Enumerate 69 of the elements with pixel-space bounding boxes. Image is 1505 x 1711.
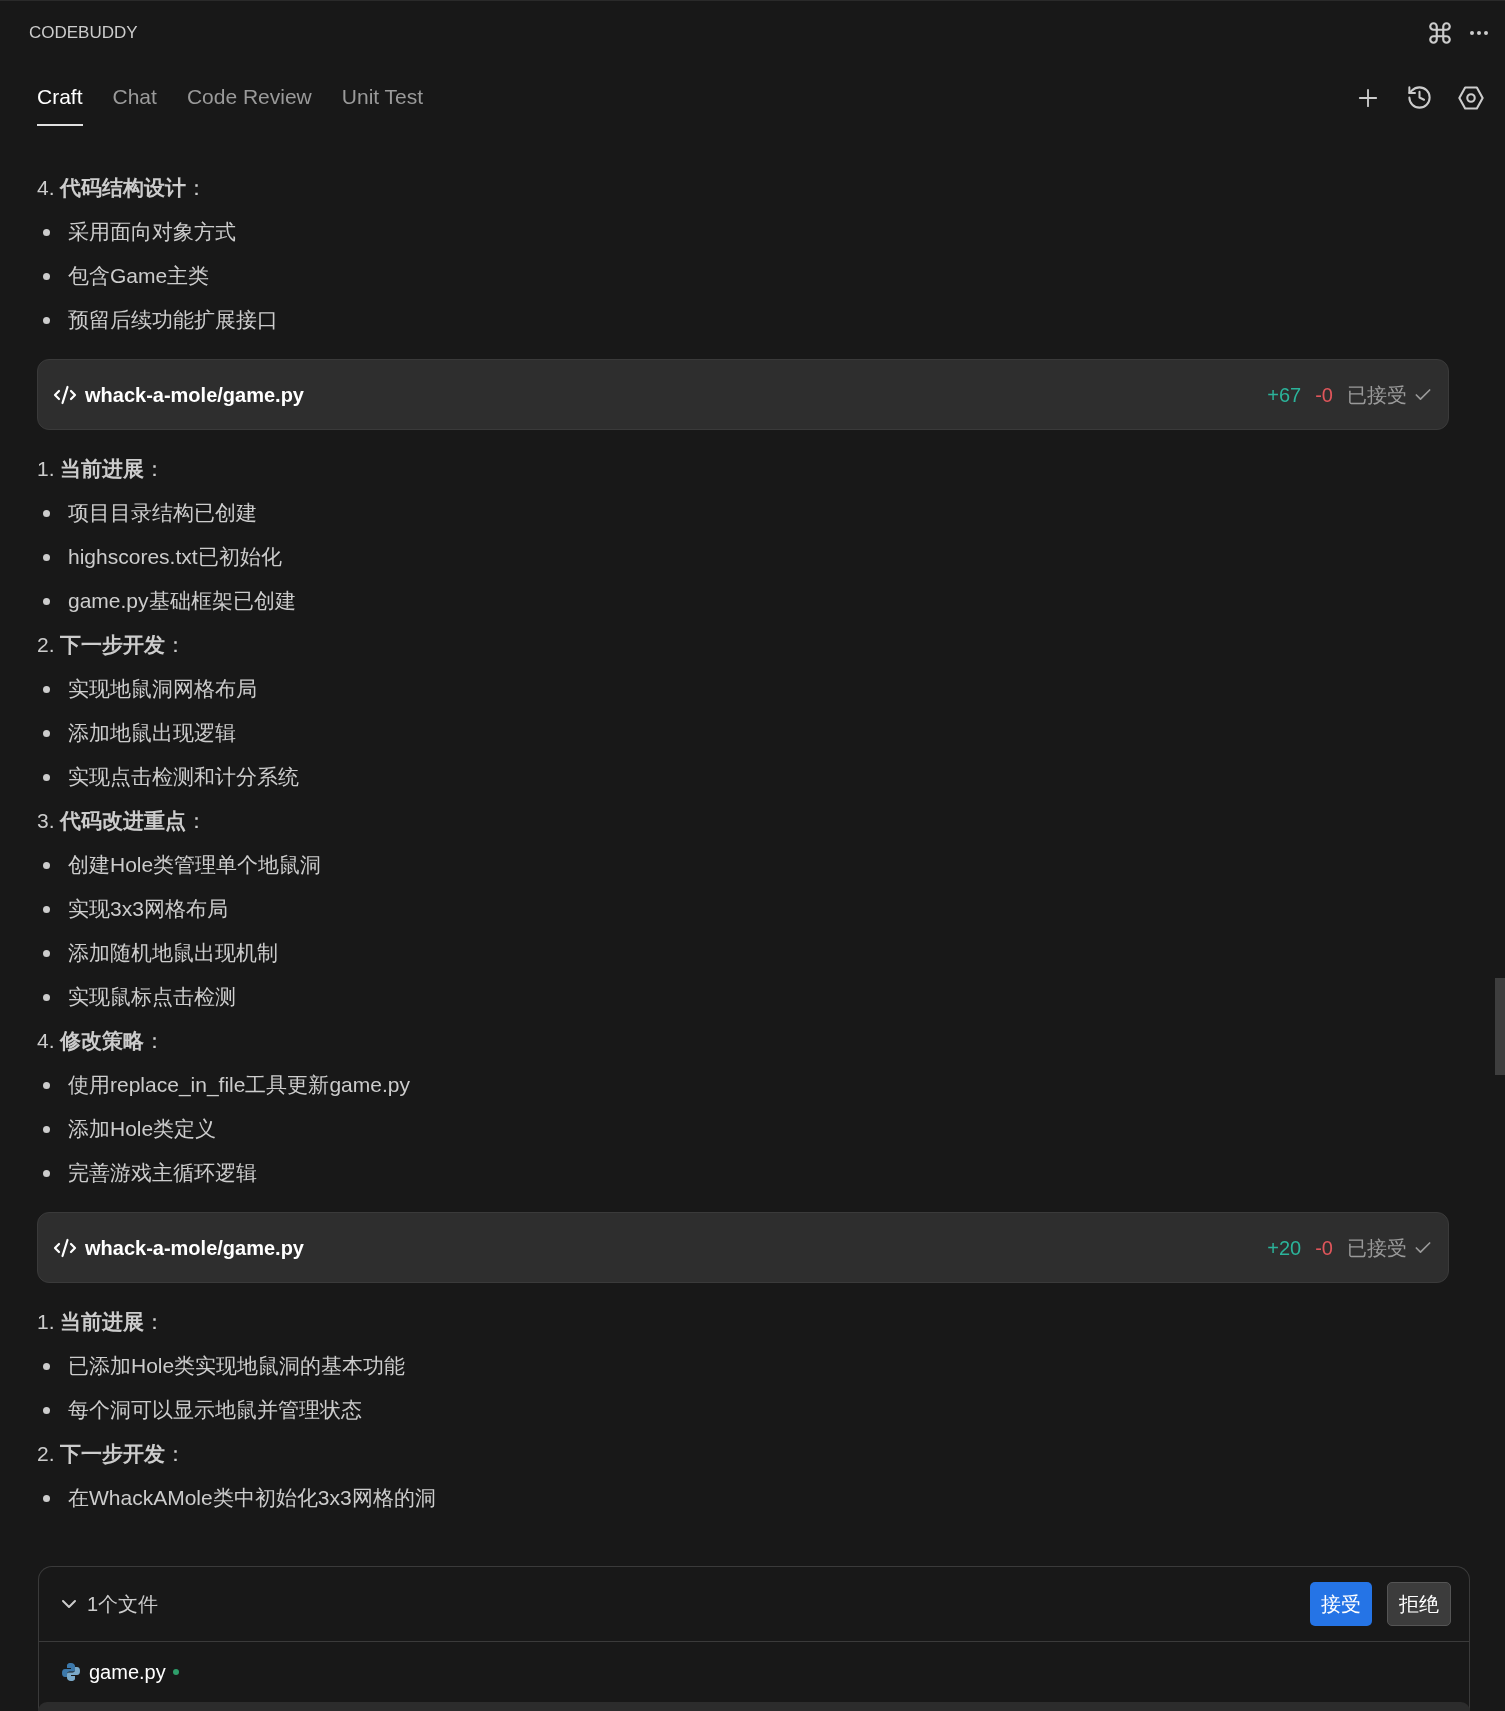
status-label: 已接受 — [1347, 1235, 1407, 1261]
bullet-icon — [43, 949, 50, 957]
list-item-text: 项目目录结构已创建 — [68, 500, 257, 527]
panel-title: CODEBUDDY — [29, 22, 138, 45]
section-heading: 2. 下一步开发： — [37, 1441, 187, 1468]
bullet-icon — [43, 1362, 50, 1370]
tab[interactable]: Code Review — [186, 69, 312, 126]
added-lines: +20 — [1267, 1235, 1302, 1261]
bullet-icon — [43, 272, 50, 280]
bullet-icon — [43, 597, 50, 605]
list-item-text: 每个洞可以显示地鼠并管理状态 — [68, 1397, 362, 1424]
list-item-text: 实现鼠标点击检测 — [68, 984, 236, 1011]
file-change-card[interactable]: whack-a-mole/game.py +20 -0 已接受 — [37, 1212, 1449, 1283]
bullet-icon — [43, 773, 50, 781]
bullet-icon — [43, 1494, 50, 1502]
section-heading: 2. 下一步开发： — [37, 632, 187, 659]
bullet-icon — [43, 729, 50, 737]
list-item-text: 预留后续功能扩展接口 — [68, 307, 278, 334]
bullet-icon — [43, 1125, 50, 1133]
bullet-icon — [43, 861, 50, 869]
list-item-text: 创建Hole类管理单个地鼠洞 — [68, 852, 322, 879]
list-item-text: 添加地鼠出现逻辑 — [68, 720, 236, 747]
list-item-text: 实现3x3网格布局 — [68, 896, 228, 923]
list-item-text: 实现地鼠洞网格布局 — [68, 676, 257, 703]
list-item-text: 添加随机地鼠出现机制 — [68, 940, 278, 967]
python-icon — [61, 1662, 81, 1682]
bullet-icon — [43, 509, 50, 517]
section-heading: 1. 当前进展： — [37, 1309, 166, 1336]
bullet-icon — [43, 1169, 50, 1177]
bullet-icon — [43, 993, 50, 1001]
status-label: 已接受 — [1347, 382, 1407, 408]
list-item-text: 使用replace_in_file工具更新game.py — [68, 1072, 410, 1099]
list-item-text: 采用面向对象方式 — [68, 219, 236, 246]
list-item-text: highscores.txt已初始化 — [68, 544, 282, 571]
list-item-text: 包含Game主类 — [68, 263, 210, 290]
bullet-icon — [43, 1081, 50, 1089]
list-item-text: game.py基础框架已创建 — [68, 588, 296, 615]
tab[interactable]: Craft — [37, 69, 83, 126]
bullet-icon — [43, 553, 50, 561]
list-item-text: 添加Hole类定义 — [68, 1116, 217, 1143]
file-name[interactable]: game.py — [89, 1657, 166, 1687]
bullet-icon — [43, 1406, 50, 1414]
list-item-text: 实现点击检测和计分系统 — [68, 764, 299, 791]
reject-button[interactable]: 拒绝 — [1387, 1582, 1451, 1626]
bullet-icon — [43, 316, 50, 324]
scrollbar-thumb[interactable] — [1495, 978, 1505, 1075]
file-path: whack-a-mole/game.py — [85, 382, 304, 408]
settings-icon[interactable] — [1457, 83, 1485, 112]
command-icon[interactable] — [1427, 20, 1453, 46]
list-item-text: 已添加Hole类实现地鼠洞的基本功能 — [68, 1353, 406, 1380]
files-count: 1个文件 — [87, 1592, 159, 1617]
added-lines: +67 — [1267, 382, 1302, 408]
removed-lines: -0 — [1315, 1235, 1333, 1261]
removed-lines: -0 — [1315, 382, 1333, 408]
tab[interactable]: Unit Test — [341, 69, 424, 126]
file-change-card[interactable]: whack-a-mole/game.py +67 -0 已接受 — [37, 359, 1449, 430]
bullet-icon — [43, 905, 50, 913]
file-path: whack-a-mole/game.py — [85, 1235, 304, 1261]
section-heading: 1. 当前进展： — [37, 456, 166, 483]
accept-button[interactable]: 接受 — [1310, 1582, 1372, 1626]
bullet-icon — [43, 685, 50, 693]
list-item-text: 在WhackAMole类中初始化3x3网格的洞 — [68, 1485, 436, 1512]
section-heading: 3. 代码改进重点： — [37, 808, 208, 835]
tab[interactable]: Chat — [112, 69, 157, 126]
section-heading: 4. 代码结构设计： — [37, 175, 208, 202]
list-item-text: 完善游戏主循环逻辑 — [68, 1160, 257, 1187]
history-icon[interactable] — [1406, 84, 1433, 111]
bullet-icon — [43, 228, 50, 236]
section-heading: 4. 修改策略： — [37, 1028, 166, 1055]
